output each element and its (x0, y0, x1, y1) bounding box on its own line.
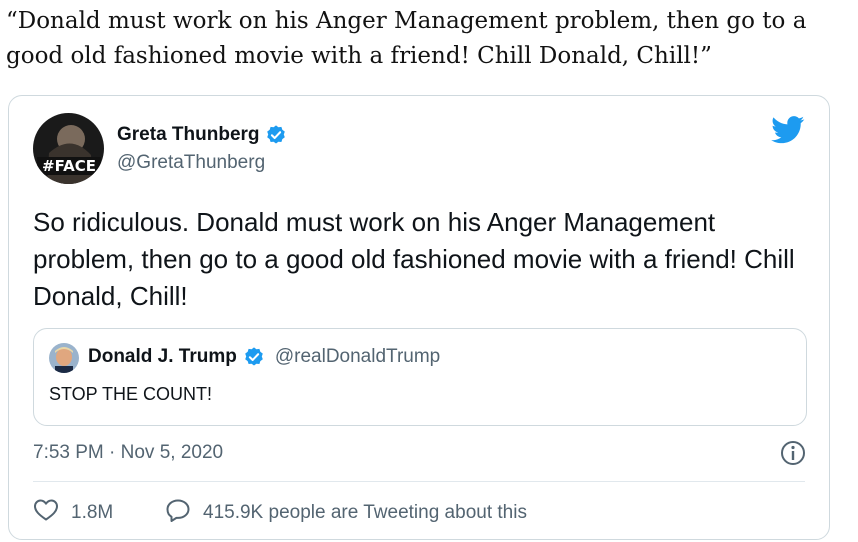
tweet-timestamp[interactable]: 7:53 PM · Nov 5, 2020 (33, 442, 223, 464)
twitter-bird-icon[interactable] (771, 116, 805, 144)
author-handle[interactable]: @GretaThunberg (117, 152, 265, 174)
info-icon[interactable] (779, 439, 807, 467)
quoted-author-handle[interactable]: @realDonaldTrump (275, 346, 440, 368)
tweeting-about-this-label: 415.9K people are Tweeting about this (203, 502, 527, 523)
quoted-header: Donald J. Trump @realDonaldTrump (88, 346, 440, 368)
conversation-action[interactable]: 415.9K people are Tweeting about this (165, 498, 527, 528)
embedded-tweet[interactable]: #FACE Greta Thunberg @GretaThunberg So r… (8, 95, 830, 540)
quoted-avatar[interactable] (49, 343, 79, 373)
like-count: 1.8M (71, 502, 114, 523)
heart-icon[interactable] (33, 498, 59, 528)
quoted-tweet-text: STOP THE COUNT! (49, 384, 213, 404)
article-quote: “Donald must work on his Anger Managemen… (6, 8, 814, 69)
verified-icon (265, 124, 287, 146)
quoted-author-name[interactable]: Donald J. Trump (88, 346, 237, 368)
author-name-row[interactable]: Greta Thunberg (117, 124, 287, 146)
verified-icon (243, 346, 265, 368)
divider (33, 481, 805, 482)
tweet-text: So ridiculous. Donald must work on his A… (33, 207, 795, 311)
like-action[interactable]: 1.8M (33, 498, 113, 528)
quoted-tweet[interactable]: Donald J. Trump @realDonaldTrump STOP TH… (33, 328, 807, 426)
avatar-label: #FACE (42, 157, 96, 175)
avatar[interactable]: #FACE (33, 113, 104, 184)
speech-bubble-icon[interactable] (165, 498, 191, 528)
author-name[interactable]: Greta Thunberg (117, 124, 260, 146)
